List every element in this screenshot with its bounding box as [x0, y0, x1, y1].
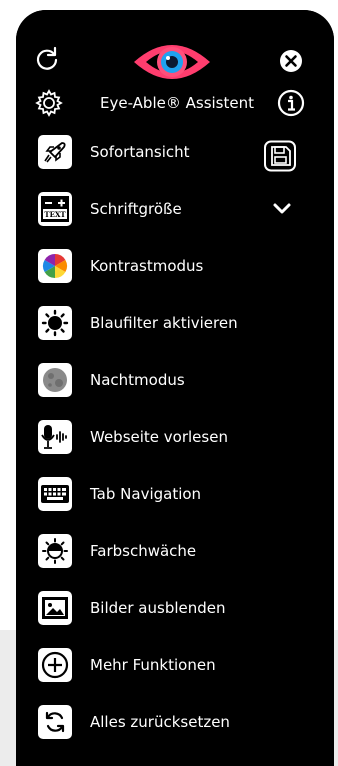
menu-item-label: Tab Navigation — [90, 485, 202, 503]
menu-item-label: Sofortansicht — [90, 143, 190, 161]
app-title: Eye-Able® Assistent — [100, 94, 254, 112]
save-icon[interactable] — [262, 139, 298, 173]
panel-header: Eye-Able® Assistent — [16, 10, 334, 134]
menu-item-label: Bilder ausblenden — [90, 599, 226, 617]
menu-item-label: Kontrastmodus — [90, 257, 204, 275]
menu-item-label: Blaufilter aktivieren — [90, 314, 238, 332]
text-size-icon: TEXT — [38, 192, 72, 226]
menu-item-alles-zuruecksetzen[interactable]: Alles zurücksetzen — [16, 698, 334, 746]
reset-icon[interactable] — [32, 44, 62, 74]
close-icon[interactable] — [276, 46, 306, 76]
microphone-icon — [38, 420, 72, 454]
menu-item-farbschwaeche[interactable]: Farbschwäche — [16, 527, 334, 575]
menu-item-mehr-funktionen[interactable]: Mehr Funktionen — [16, 641, 334, 689]
eye-able-logo — [130, 34, 214, 90]
menu-item-label: Farbschwäche — [90, 542, 197, 560]
moon-icon — [38, 363, 72, 397]
svg-text:TEXT: TEXT — [44, 210, 66, 219]
menu-item-sofortansicht[interactable]: Sofortansicht — [16, 128, 334, 176]
plus-circle-icon — [38, 648, 72, 682]
chevron-down-icon[interactable] — [270, 197, 294, 221]
menu-item-tab-navigation[interactable]: Tab Navigation — [16, 470, 334, 518]
menu-item-bilder-ausblenden[interactable]: Bilder ausblenden — [16, 584, 334, 632]
menu-item-label: Nachtmodus — [90, 371, 185, 389]
menu-item-vorlesen[interactable]: Webseite vorlesen — [16, 413, 334, 461]
color-blind-icon — [38, 534, 72, 568]
menu-item-schriftgroesse[interactable]: TEXT Schriftgröße — [16, 185, 334, 233]
image-icon — [38, 591, 72, 625]
menu-item-kontrastmodus[interactable]: Kontrastmodus — [16, 242, 334, 290]
settings-icon[interactable] — [32, 86, 66, 120]
color-wheel-icon — [38, 249, 72, 283]
rocket-icon — [38, 135, 72, 169]
menu-item-label: Alles zurücksetzen — [90, 713, 230, 731]
menu-item-label: Webseite vorlesen — [90, 428, 228, 446]
menu-item-nachtmodus[interactable]: Nachtmodus — [16, 356, 334, 404]
keyboard-icon — [38, 477, 72, 511]
menu-item-blaufilter[interactable]: Blaufilter aktivieren — [16, 299, 334, 347]
menu-item-label: Mehr Funktionen — [90, 656, 216, 674]
assistant-panel: Eye-Able® Assistent Sofortansicht TEXT S… — [16, 10, 334, 766]
refresh-icon — [38, 705, 72, 739]
menu-item-label: Schriftgröße — [90, 200, 182, 218]
sun-icon — [38, 306, 72, 340]
info-icon[interactable] — [276, 88, 306, 118]
